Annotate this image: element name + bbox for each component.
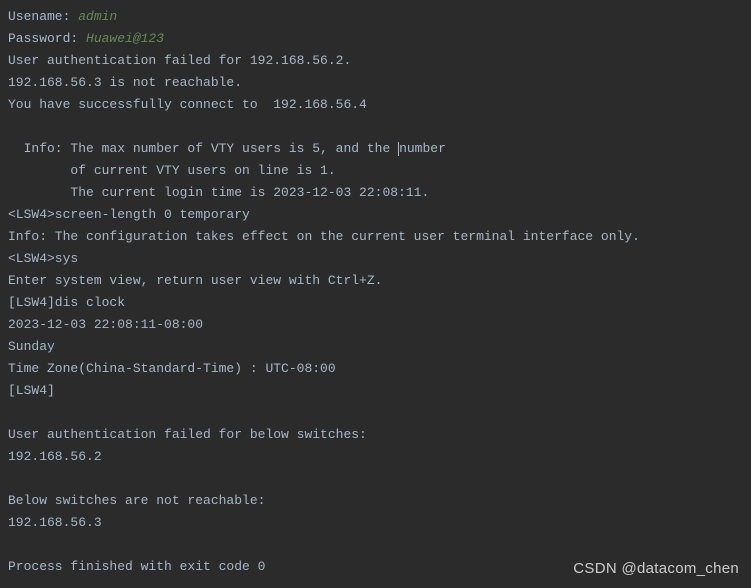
summary-fail-ip: 192.168.56.2 bbox=[8, 446, 743, 468]
terminal-output: Usename: admin Password: Huawei@123 User… bbox=[8, 6, 743, 578]
success-line: You have successfully connect to 192.168… bbox=[8, 94, 743, 116]
blank-line bbox=[8, 468, 743, 490]
prompt-end: [LSW4] bbox=[8, 380, 743, 402]
summary-unreach-ip: 192.168.56.3 bbox=[8, 512, 743, 534]
cmd-sys-result: Enter system view, return user view with… bbox=[8, 270, 743, 292]
username-value: admin bbox=[78, 9, 117, 24]
summary-fail-header: User authentication failed for below swi… bbox=[8, 424, 743, 446]
watermark: CSDN @datacom_chen bbox=[573, 558, 739, 580]
clock-day: Sunday bbox=[8, 336, 743, 358]
username-prompt: Usename: admin bbox=[8, 6, 743, 28]
clock-time: 2023-12-03 22:08:11-08:00 bbox=[8, 314, 743, 336]
password-label: Password: bbox=[8, 31, 86, 46]
info-line-2: of current VTY users on line is 1. bbox=[8, 160, 743, 182]
password-value: Huawei@123 bbox=[86, 31, 164, 46]
cmd-screen-length: <LSW4>screen-length 0 temporary bbox=[8, 204, 743, 226]
info-line-3: The current login time is 2023-12-03 22:… bbox=[8, 182, 743, 204]
password-prompt: Password: Huawei@123 bbox=[8, 28, 743, 50]
cmd-sys: <LSW4>sys bbox=[8, 248, 743, 270]
clock-timezone: Time Zone(China-Standard-Time) : UTC-08:… bbox=[8, 358, 743, 380]
cmd-screen-length-result: Info: The configuration takes effect on … bbox=[8, 226, 743, 248]
unreachable-line: 192.168.56.3 is not reachable. bbox=[8, 72, 743, 94]
blank-line bbox=[8, 402, 743, 424]
auth-fail-line: User authentication failed for 192.168.5… bbox=[8, 50, 743, 72]
username-label: Usename: bbox=[8, 9, 78, 24]
summary-unreach-header: Below switches are not reachable: bbox=[8, 490, 743, 512]
blank-line bbox=[8, 116, 743, 138]
blank-line bbox=[8, 534, 743, 556]
info-line-1: Info: The max number of VTY users is 5, … bbox=[8, 138, 743, 160]
cmd-dis-clock: [LSW4]dis clock bbox=[8, 292, 743, 314]
